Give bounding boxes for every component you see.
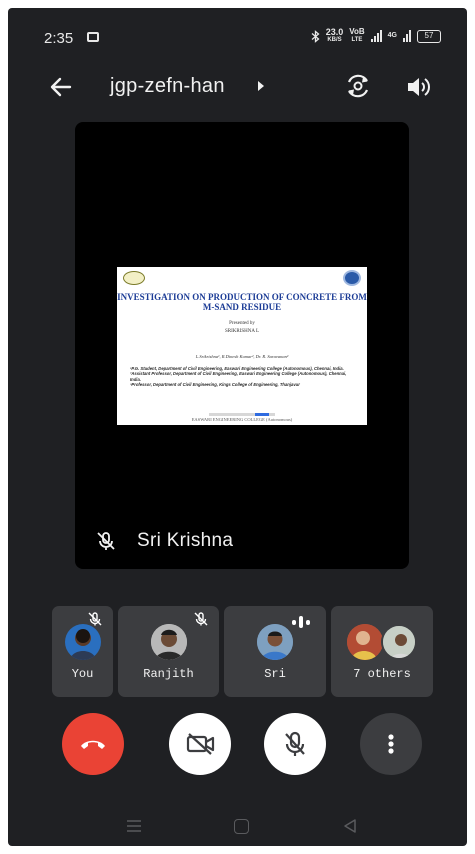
signal-icon [370, 30, 382, 42]
college-logo-right [343, 270, 361, 286]
toggle-camera-button[interactable] [169, 713, 231, 775]
volte-bottom: LTE [351, 37, 363, 43]
network-type: 4G [387, 32, 397, 39]
speaking-indicator-icon [292, 616, 310, 628]
net-speed-unit: KB/S [327, 37, 342, 43]
video-off-icon [186, 733, 215, 755]
mic-off-icon [97, 532, 115, 550]
avatar [381, 624, 417, 660]
avatar [257, 624, 293, 660]
slide-affiliation: ³Professor, Department of Civil Engineer… [130, 382, 300, 388]
mic-off-icon [88, 612, 102, 626]
meeting-header: jgp-zefn-han [8, 64, 467, 112]
hang-up-icon [81, 740, 105, 749]
home-icon[interactable] [234, 819, 249, 834]
participant-name: You [71, 667, 94, 681]
shared-slide: INVESTIGATION ON PRODUCTION OF CONCRETE … [117, 267, 367, 425]
participant-name: Sri [264, 667, 286, 681]
mic-off-icon [194, 612, 208, 626]
participant-tile-others[interactable]: 7 others [331, 606, 433, 697]
others-avatar-group [347, 624, 417, 660]
volte-top: VoB [349, 27, 365, 36]
slide-affiliation: ²Assistant Professor, Department of Civi… [130, 371, 347, 382]
avatar [64, 624, 101, 660]
slide-presenter: SRIKRISHNA L [224, 329, 260, 334]
speaker-icon[interactable] [404, 74, 432, 100]
signal-icon-2 [403, 30, 411, 42]
battery-icon: 57 [417, 29, 441, 43]
net-speed-value: 23.0 [325, 27, 344, 37]
cast-icon [87, 32, 99, 42]
back-arrow-icon[interactable] [48, 74, 74, 100]
more-vert-icon [388, 734, 394, 754]
participant-strip: You Ranjith Sri 7 others [52, 606, 433, 697]
mic-off-icon [285, 731, 305, 756]
status-time: 2:35 [44, 30, 74, 47]
slide-authors: L.Srikrishna¹, R.Dinesh Kumar², Dr. R. S… [195, 354, 289, 359]
slide-footer: EASWARI ENGINEERING COLLEGE (Autonomous) [191, 417, 293, 422]
presentation-tile[interactable]: INVESTIGATION ON PRODUCTION OF CONCRETE … [75, 122, 409, 569]
status-right: 23.0 KB/S VoB LTE 4G 57 [311, 28, 441, 44]
participant-tile-sri[interactable]: Sri [224, 606, 326, 697]
college-logo-left [123, 271, 145, 285]
status-bar: 2:35 23.0 KB/S VoB LTE 4G 57 [8, 8, 467, 56]
recent-apps-icon[interactable] [126, 820, 142, 832]
call-controls [8, 713, 467, 777]
avatar [347, 624, 383, 660]
avatar [150, 624, 187, 660]
back-icon[interactable] [342, 818, 358, 834]
participant-name: 7 others [353, 667, 411, 681]
system-nav-bar [8, 810, 467, 846]
more-options-button[interactable] [360, 713, 422, 775]
net-speed: 23.0 KB/S [326, 28, 344, 44]
participant-tile-you[interactable]: You [52, 606, 113, 697]
participant-name: Ranjith [143, 667, 194, 681]
meeting-code[interactable]: jgp-zefn-han [110, 75, 225, 98]
slide-affiliations: ¹P.G. Student, Department of Civil Engin… [130, 366, 356, 388]
app-frame: 2:35 23.0 KB/S VoB LTE 4G 57 jgp-zefn-ha… [8, 8, 467, 846]
switch-camera-icon[interactable] [344, 72, 372, 100]
volte-indicator: VoB LTE [349, 28, 364, 44]
toggle-mic-button[interactable] [264, 713, 326, 775]
slide-title: INVESTIGATION ON PRODUCTION OF CONCRETE … [117, 292, 367, 312]
caret-right-icon[interactable] [258, 81, 264, 91]
end-call-button[interactable] [62, 713, 124, 775]
presenter-name: Sri Krishna [137, 530, 234, 551]
slide-progress-bar [209, 413, 275, 416]
participant-tile-ranjith[interactable]: Ranjith [118, 606, 219, 697]
bluetooth-icon [311, 29, 320, 43]
slide-presented-by: Presented by [229, 321, 255, 326]
